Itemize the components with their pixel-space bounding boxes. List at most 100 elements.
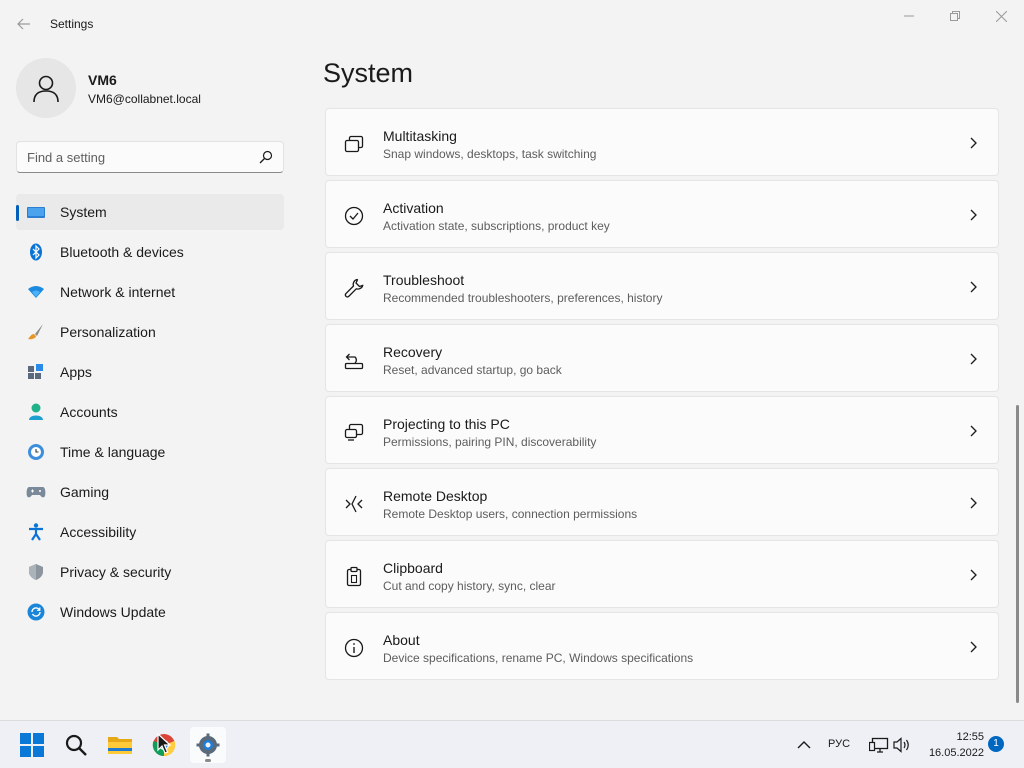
sidebar-item-label: Bluetooth & devices [60, 244, 184, 260]
sidebar-item-label: Accessibility [60, 524, 137, 540]
sidebar-item-apps[interactable]: Apps [16, 354, 284, 390]
restore-icon [950, 11, 960, 21]
setting-description: Cut and copy history, sync, clear [383, 579, 556, 593]
setting-title: Multitasking [383, 128, 457, 144]
shield-icon [26, 563, 46, 581]
setting-item-clipboard[interactable]: Clipboard Cut and copy history, sync, cl… [325, 540, 999, 608]
setting-description: Recommended troubleshooters, preferences… [383, 291, 663, 305]
setting-title: Remote Desktop [383, 488, 488, 504]
setting-description: Activation state, subscriptions, product… [383, 219, 610, 233]
volume-icon [893, 737, 909, 753]
minimize-button[interactable] [886, 0, 932, 32]
setting-item-multitasking[interactable]: Multitasking Snap windows, desktops, tas… [325, 108, 999, 176]
sidebar-item-privacy-security[interactable]: Privacy & security [16, 554, 284, 590]
chevron-right-icon [970, 569, 977, 581]
chevron-right-icon [970, 641, 977, 653]
sidebar-item-label: Privacy & security [60, 564, 172, 580]
account-icon [26, 403, 46, 421]
setting-item-recovery[interactable]: Recovery Reset, advanced startup, go bac… [325, 324, 999, 392]
chevron-right-icon [970, 281, 977, 293]
mouse-pointer-icon [157, 733, 172, 754]
search-icon [65, 734, 87, 756]
chevron-right-icon [970, 137, 977, 149]
gamepad-icon [26, 483, 46, 501]
title-bar: Settings [0, 0, 1024, 48]
taskbar-search-button[interactable] [58, 727, 94, 763]
info-icon [344, 638, 364, 658]
vertical-scrollbar[interactable] [1016, 405, 1019, 703]
close-button[interactable] [978, 0, 1024, 32]
setting-item-about[interactable]: About Device specifications, rename PC, … [325, 612, 999, 680]
chevron-right-icon [970, 353, 977, 365]
wifi-icon [26, 283, 46, 301]
setting-item-activation[interactable]: Activation Activation state, subscriptio… [325, 180, 999, 248]
setting-description: Device specifications, rename PC, Window… [383, 651, 694, 665]
setting-title: Activation [383, 200, 444, 216]
network-volume-tray[interactable] [862, 727, 918, 763]
sidebar-item-label: Accounts [60, 404, 118, 420]
sidebar-nav: System Bluetooth & devices Network & int… [16, 194, 284, 634]
chevron-right-icon [970, 425, 977, 437]
chevron-right-icon [970, 497, 977, 509]
projecting-icon [344, 423, 364, 441]
clipboard-icon [346, 566, 362, 587]
setting-title: Projecting to this PC [383, 416, 510, 432]
sidebar-item-bluetooth[interactable]: Bluetooth & devices [16, 234, 284, 270]
sidebar-item-accounts[interactable]: Accounts [16, 394, 284, 430]
setting-title: Clipboard [383, 560, 443, 576]
settings-list: Multitasking Snap windows, desktops, tas… [325, 108, 999, 684]
search-box[interactable] [16, 141, 284, 173]
settings-taskbar-button[interactable] [190, 727, 226, 763]
apps-icon [26, 363, 46, 381]
input-language-indicator[interactable]: РУС [828, 738, 850, 750]
wrench-icon [344, 278, 364, 298]
start-button[interactable] [14, 727, 50, 763]
windows-logo-icon [20, 733, 44, 757]
file-explorer-button[interactable] [102, 727, 138, 763]
page-title: System [323, 58, 414, 88]
setting-description: Permissions, pairing PIN, discoverabilit… [383, 435, 597, 449]
accessibility-icon [26, 523, 46, 541]
sidebar-item-system[interactable]: System [16, 194, 284, 230]
bluetooth-icon [26, 243, 46, 261]
notification-badge[interactable]: 1 [988, 736, 1004, 752]
setting-title: About [383, 632, 420, 648]
show-hidden-icons-button[interactable] [786, 727, 822, 763]
setting-item-remote-desktop[interactable]: Remote Desktop Remote Desktop users, con… [325, 468, 999, 536]
taskbar-clock[interactable]: 12:55 16.05.2022 [920, 729, 984, 761]
avatar [16, 58, 76, 118]
network-icon [869, 737, 889, 753]
sidebar-item-accessibility[interactable]: Accessibility [16, 514, 284, 550]
search-icon[interactable] [259, 150, 273, 164]
chevron-up-icon [797, 741, 811, 749]
arrow-left-icon [17, 18, 30, 30]
back-button[interactable] [12, 12, 36, 36]
sidebar-item-gaming[interactable]: Gaming [16, 474, 284, 510]
clock-date: 16.05.2022 [928, 747, 984, 759]
sidebar-item-personalization[interactable]: Personalization [16, 314, 284, 350]
setting-title: Recovery [383, 344, 443, 360]
sidebar-item-label: Time & language [60, 444, 166, 460]
close-icon [995, 10, 1007, 22]
sidebar-item-windows-update[interactable]: Windows Update [16, 594, 284, 630]
search-input[interactable] [27, 148, 247, 166]
sidebar-item-label: Personalization [60, 324, 156, 340]
maximize-button[interactable] [932, 0, 978, 32]
folder-icon [108, 737, 132, 754]
setting-item-projecting[interactable]: Projecting to this PC Permissions, pairi… [325, 396, 999, 464]
gear-icon [196, 733, 220, 757]
setting-description: Snap windows, desktops, task switching [383, 147, 597, 161]
taskbar: РУС 12:55 16.05.2022 [0, 720, 1024, 768]
setting-description: Remote Desktop users, connection permiss… [383, 507, 638, 521]
person-icon [33, 75, 59, 103]
update-icon [26, 603, 46, 621]
minimize-icon [904, 15, 914, 17]
user-profile[interactable]: VM6 VM6@collabnet.local [16, 58, 286, 118]
user-email: VM6@collabnet.local [88, 92, 201, 106]
app-title: Settings [50, 17, 94, 31]
sidebar-item-network[interactable]: Network & internet [16, 274, 284, 310]
sidebar-item-time-language[interactable]: Time & language [16, 434, 284, 470]
clock-time: 12:55 [956, 731, 984, 743]
setting-item-troubleshoot[interactable]: Troubleshoot Recommended troubleshooters… [325, 252, 999, 320]
sidebar-item-label: Network & internet [60, 284, 176, 300]
